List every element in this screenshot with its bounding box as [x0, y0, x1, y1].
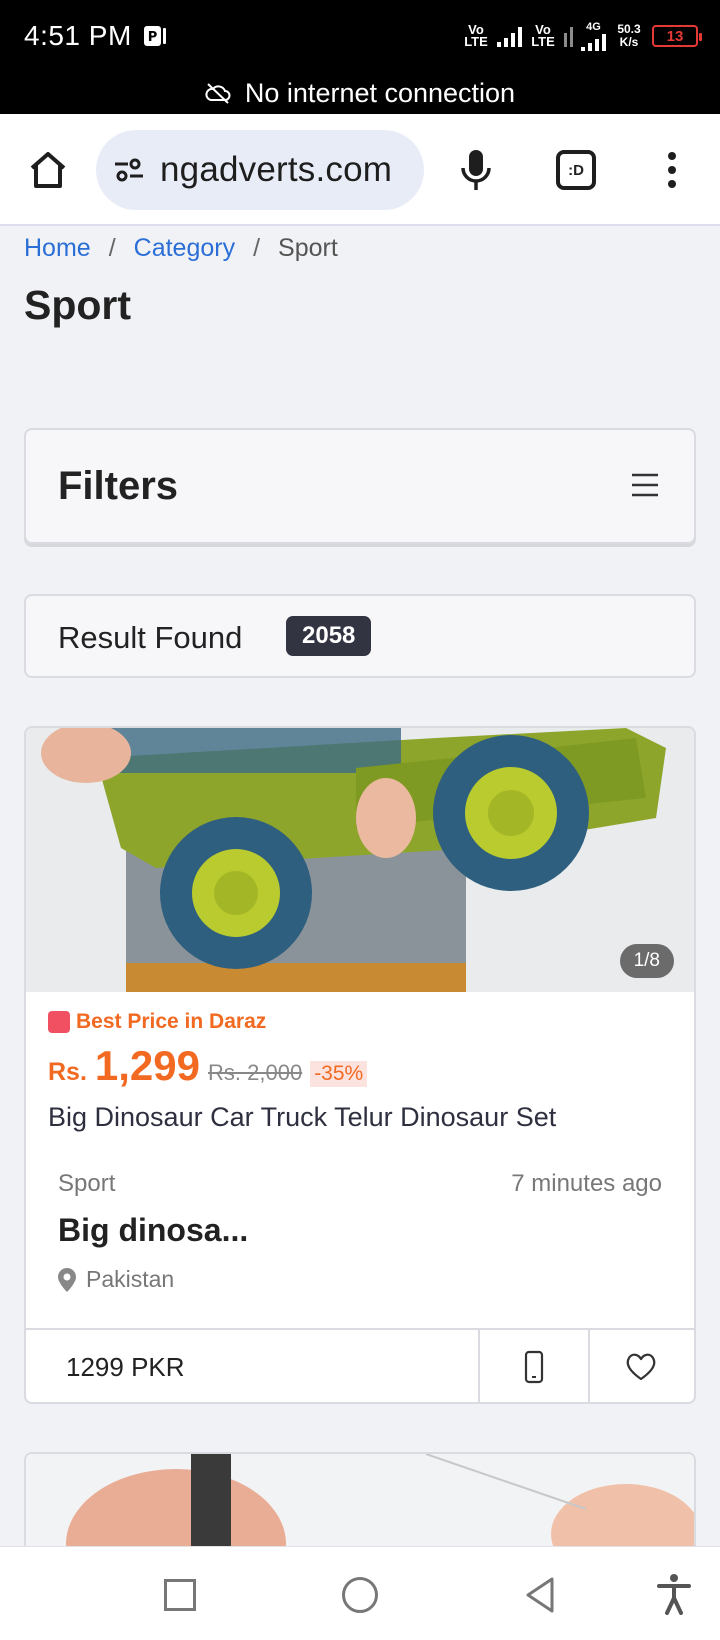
home-icon[interactable] — [26, 148, 70, 192]
listing-category: Sport — [58, 1170, 116, 1197]
hamburger-menu-icon[interactable] — [630, 470, 660, 500]
price-value: 1,299 — [94, 1042, 201, 1089]
signal-icon — [497, 25, 522, 47]
volte-icon: Vo LTE — [464, 22, 488, 49]
offline-banner: No internet connection — [0, 72, 720, 114]
filters-title: Filters — [58, 464, 179, 508]
breadcrumb: Home / Category / Sport — [24, 234, 338, 263]
address-bar[interactable]: ngadverts.com — [96, 130, 424, 210]
price-currency: Rs. — [48, 1058, 87, 1086]
listing-footer: 1299 PKR — [26, 1328, 694, 1402]
listing-image[interactable]: 1/8 — [26, 728, 694, 992]
divider — [478, 1330, 480, 1402]
status-time: 4:51 PM — [24, 20, 132, 51]
result-count-bar: Result Found 2058 — [24, 594, 696, 678]
cloud-off-icon — [205, 83, 231, 104]
recents-button[interactable] — [164, 1579, 196, 1611]
system-navigation-bar — [0, 1546, 720, 1640]
back-icon[interactable] — [522, 1575, 558, 1615]
old-price: Rs. 2,000 — [208, 1060, 303, 1085]
url-text[interactable]: ngadverts.com — [160, 150, 392, 190]
heart-icon[interactable] — [624, 1350, 658, 1384]
phone-icon[interactable] — [520, 1350, 548, 1384]
filters-panel[interactable]: Filters — [24, 428, 696, 544]
signal-icon-2 — [564, 25, 573, 47]
battery-level: 13 — [666, 27, 684, 45]
battery-icon: 13 — [652, 25, 702, 47]
breadcrumb-category-link[interactable]: Category — [134, 234, 235, 263]
more-options-icon[interactable] — [660, 148, 684, 192]
result-label: Result Found — [58, 620, 243, 655]
network-type: 4G — [586, 20, 601, 33]
net-speed-unit: K/s — [619, 35, 639, 49]
net-speed: 50.3 K/s — [614, 23, 644, 49]
microphone-icon[interactable] — [456, 148, 496, 192]
page-title: Sport — [24, 282, 132, 328]
toy-truck-image — [26, 728, 694, 992]
parking-app-icon: P — [144, 26, 166, 46]
listing-title[interactable]: Big dinosa... — [58, 1212, 248, 1249]
listing-posted-time: 7 minutes ago — [511, 1170, 662, 1197]
offline-text: No internet connection — [244, 77, 516, 108]
listing-price: 1299 PKR — [66, 1352, 185, 1382]
status-bar: 4:51 PM P Vo LTE Vo LTE 4G 50.3 K/s 13 — [0, 0, 720, 72]
signal-icon-3 — [581, 33, 606, 51]
breadcrumb-home-link[interactable]: Home — [24, 234, 91, 263]
daraz-logo-icon — [48, 1011, 70, 1033]
tab-switcher-button[interactable]: :D — [556, 150, 596, 190]
promo-price-row: Rs. 1,299 Rs. 2,000 -35% — [48, 1042, 368, 1090]
result-count-badge: 2058 — [286, 616, 372, 656]
promo-badge-text: Best Price in Daraz — [76, 1010, 267, 1033]
accessibility-icon[interactable] — [656, 1573, 692, 1615]
discount-badge: -35% — [310, 1061, 368, 1087]
breadcrumb-separator: / — [108, 234, 116, 262]
status-indicators: Vo LTE Vo LTE 4G 50.3 K/s 13 — [463, 18, 702, 54]
breadcrumb-separator: / — [253, 234, 261, 262]
listing-card[interactable]: 1/8 Best Price in Daraz Rs. 1,299 Rs. 2,… — [24, 726, 696, 1404]
home-button[interactable] — [342, 1577, 378, 1613]
divider — [588, 1330, 590, 1402]
listing-location: Pakistan — [58, 1266, 174, 1293]
image-counter: 1/8 — [619, 944, 674, 978]
location-text: Pakistan — [86, 1266, 175, 1292]
promo-product-name[interactable]: Big Dinosaur Car Truck Telur Dinosaur Se… — [48, 1102, 556, 1133]
volte-icon-2: Vo LTE — [531, 22, 555, 49]
site-settings-icon[interactable] — [112, 153, 146, 187]
svg-text:P: P — [148, 30, 158, 45]
browser-toolbar: ngadverts.com :D — [0, 114, 720, 226]
breadcrumb-current: Sport — [278, 234, 338, 262]
location-pin-icon — [58, 1267, 76, 1292]
promo-badge: Best Price in Daraz — [48, 1010, 266, 1034]
